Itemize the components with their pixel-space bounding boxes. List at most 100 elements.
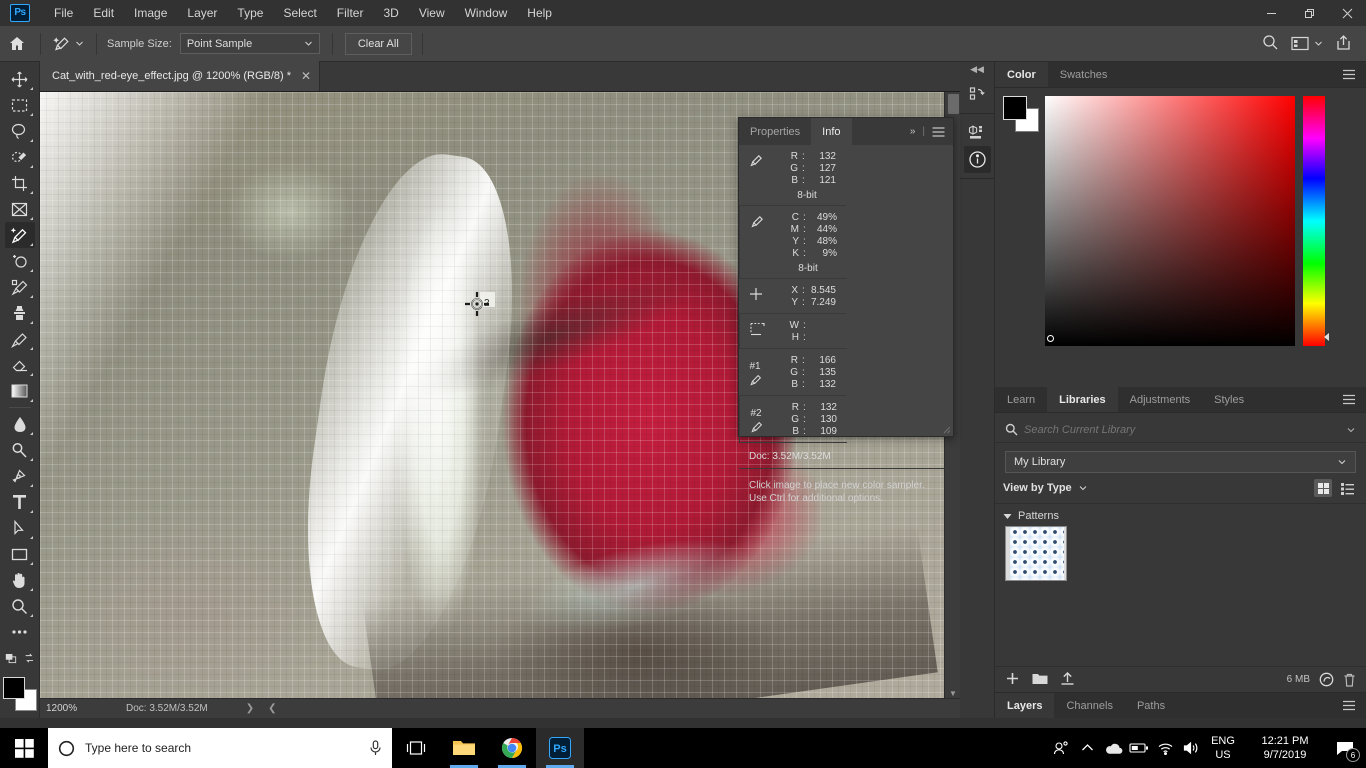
volume-icon[interactable]	[1178, 728, 1204, 768]
menu-window[interactable]: Window	[455, 3, 518, 23]
menu-type[interactable]: Type	[227, 3, 273, 23]
chevron-right-icon[interactable]: ❯	[246, 703, 254, 714]
add-icon[interactable]	[1005, 671, 1020, 689]
menu-view[interactable]: View	[409, 3, 455, 23]
grid-view-icon[interactable]	[1314, 479, 1332, 497]
move-tool[interactable]	[5, 66, 35, 92]
close-icon[interactable]: ✕	[301, 69, 311, 83]
chevron-left-icon[interactable]: ❮	[268, 703, 276, 714]
eyedropper-tool[interactable]	[4, 222, 35, 248]
brush-tool[interactable]	[5, 274, 35, 300]
chevron-down-icon[interactable]	[1078, 483, 1088, 493]
search-input[interactable]	[1024, 423, 1340, 436]
tab-layers[interactable]: Layers	[995, 693, 1055, 718]
search-icon[interactable]	[1262, 34, 1279, 54]
folder-icon[interactable]	[1032, 672, 1048, 688]
edit-toolbar-ellipsis-icon[interactable]	[5, 619, 35, 645]
menu-file[interactable]: File	[44, 3, 83, 23]
tab-adjustments[interactable]: Adjustments	[1118, 387, 1203, 412]
view-by-type-label[interactable]: View by Type	[1003, 482, 1072, 494]
foreground-color-swatch[interactable]	[2, 677, 25, 699]
pen-tool[interactable]	[5, 463, 35, 489]
panel-menu-icon[interactable]	[1332, 387, 1366, 412]
action-center-icon[interactable]: 6	[1328, 728, 1362, 768]
color-swatches[interactable]	[2, 677, 37, 711]
spot-healing-brush-tool[interactable]	[5, 248, 35, 274]
tool-preset-picker[interactable]	[47, 35, 90, 53]
panel-menu-icon[interactable]	[932, 126, 945, 137]
clone-stamp-tool[interactable]	[5, 300, 35, 326]
chrome-icon[interactable]	[488, 728, 536, 768]
taskbar-clock[interactable]: 12:21 PM 9/7/2019	[1242, 734, 1328, 762]
chevron-down-icon[interactable]: ▼	[945, 689, 961, 698]
minimize-button[interactable]	[1252, 0, 1290, 26]
rectangular-marquee-tool[interactable]	[5, 92, 35, 118]
library-select[interactable]: My Library	[1005, 451, 1356, 473]
home-icon[interactable]	[0, 36, 34, 51]
resize-grip-icon[interactable]	[941, 424, 951, 434]
photoshop-icon[interactable]: Ps	[536, 728, 584, 768]
task-view-icon[interactable]	[392, 728, 440, 768]
people-icon[interactable]	[1048, 728, 1074, 768]
collapse-panels-icon[interactable]: ◀◀	[960, 62, 995, 76]
path-selection-tool[interactable]	[5, 515, 35, 541]
chevron-down-icon[interactable]	[1346, 425, 1356, 435]
language-indicator[interactable]: ENG US	[1204, 734, 1242, 762]
close-button[interactable]	[1328, 0, 1366, 26]
panel-menu-icon[interactable]	[1332, 693, 1366, 718]
frame-tool[interactable]	[5, 196, 35, 222]
menu-help[interactable]: Help	[517, 3, 562, 23]
type-tool[interactable]	[5, 489, 35, 515]
blur-tool[interactable]	[5, 411, 35, 437]
wifi-icon[interactable]	[1152, 728, 1178, 768]
windows-start-icon[interactable]	[0, 728, 48, 768]
history-actions-icon[interactable]	[964, 81, 991, 108]
menu-filter[interactable]: Filter	[327, 3, 374, 23]
lasso-tool[interactable]	[5, 118, 35, 144]
show-hidden-icons-icon[interactable]	[1074, 728, 1100, 768]
object-selection-tool[interactable]	[5, 144, 35, 170]
tab-properties[interactable]: Properties	[739, 118, 811, 145]
info-circle-icon[interactable]	[963, 146, 991, 173]
taskbar-search-box[interactable]: Type here to search	[48, 728, 392, 768]
library-search-row[interactable]	[995, 417, 1366, 443]
menu-edit[interactable]: Edit	[83, 3, 124, 23]
share-icon[interactable]	[1335, 34, 1352, 54]
gradient-tool[interactable]	[5, 378, 35, 404]
tab-paths[interactable]: Paths	[1125, 693, 1177, 718]
workspace-switcher[interactable]	[1291, 36, 1323, 51]
menu-layer[interactable]: Layer	[177, 3, 227, 23]
zoom-tool[interactable]	[5, 593, 35, 619]
list-view-icon[interactable]	[1338, 479, 1356, 497]
file-explorer-icon[interactable]	[440, 728, 488, 768]
upload-icon[interactable]	[1060, 671, 1075, 688]
pattern-thumbnail[interactable]	[1005, 526, 1067, 581]
hue-slider[interactable]	[1303, 96, 1329, 346]
zoom-level-field[interactable]: 1200%	[40, 699, 98, 718]
tab-swatches[interactable]: Swatches	[1048, 62, 1120, 87]
document-tab[interactable]: Cat_with_red-eye_effect.jpg @ 1200% (RGB…	[40, 61, 321, 91]
rectangle-tool[interactable]	[5, 541, 35, 567]
chevron-double-right-icon[interactable]: »	[910, 126, 916, 137]
tab-channels[interactable]: Channels	[1054, 693, 1124, 718]
tab-color[interactable]: Color	[995, 62, 1048, 87]
trash-icon[interactable]	[1343, 673, 1356, 687]
menu-image[interactable]: Image	[124, 3, 177, 23]
tab-styles[interactable]: Styles	[1202, 387, 1256, 412]
clear-all-button[interactable]: Clear All	[344, 32, 412, 55]
tab-libraries[interactable]: Libraries	[1047, 387, 1118, 412]
scrollbar-thumb[interactable]	[948, 94, 959, 114]
history-brush-tool[interactable]	[5, 326, 35, 352]
battery-icon[interactable]	[1126, 728, 1152, 768]
quick-mask-and-screen-mode[interactable]	[5, 645, 35, 671]
hand-tool[interactable]	[5, 567, 35, 593]
color-panel-swatches[interactable]	[1003, 96, 1039, 132]
creative-cloud-icon[interactable]	[1319, 672, 1334, 687]
tab-info[interactable]: Info	[811, 118, 852, 145]
crop-tool[interactable]	[5, 170, 35, 196]
menu-select[interactable]: Select	[273, 3, 326, 23]
tab-learn[interactable]: Learn	[995, 387, 1047, 412]
panel-menu-icon[interactable]	[1332, 62, 1366, 87]
foreground-color-swatch[interactable]	[1003, 96, 1027, 120]
3d-properties-icon[interactable]	[964, 119, 991, 146]
